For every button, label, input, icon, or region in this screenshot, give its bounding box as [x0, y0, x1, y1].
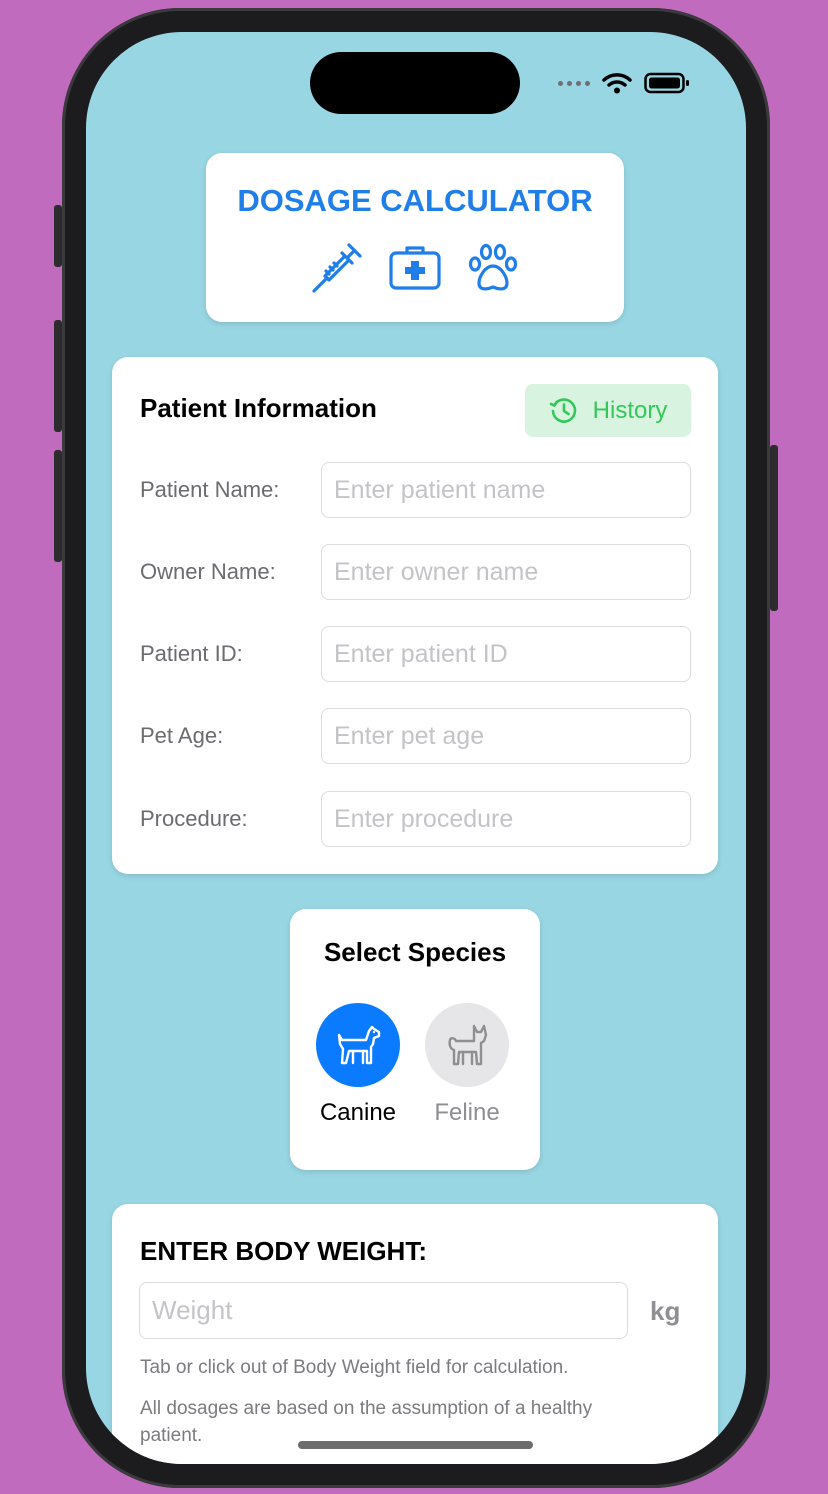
paw-icon — [468, 243, 518, 291]
species-option-feline[interactable]: Feline — [422, 1003, 512, 1127]
owner-name-input[interactable] — [321, 544, 691, 600]
patient-name-input[interactable] — [321, 462, 691, 518]
body-weight-card: ENTER BODY WEIGHT: kg Tab or click out o… — [112, 1204, 718, 1464]
patient-id-input[interactable] — [321, 626, 691, 682]
volume-up-button — [54, 320, 62, 432]
canine-label: Canine — [319, 1099, 397, 1126]
pet-age-input[interactable] — [321, 708, 691, 764]
cat-icon — [448, 1024, 488, 1066]
history-button-label: History — [592, 396, 668, 424]
app-screen: DOSAGE CALCULATOR Patient Information Hi… — [86, 32, 746, 1464]
species-selector-card: Select Species Canine Feline — [290, 909, 540, 1170]
patient-name-row: Patient Name: — [140, 462, 692, 520]
species-option-canine[interactable]: Canine — [313, 1003, 403, 1127]
species-title: Select Species — [323, 937, 507, 967]
status-bar — [558, 70, 690, 96]
patient-information-card: Patient Information History Patient Name… — [112, 357, 718, 874]
app-header-card: DOSAGE CALCULATOR — [206, 153, 624, 322]
header-icons — [206, 241, 624, 295]
patient-id-label: Patient ID: — [140, 641, 243, 666]
dog-icon — [337, 1025, 381, 1065]
pet-age-row: Pet Age: — [140, 708, 692, 766]
home-indicator[interactable] — [298, 1441, 533, 1449]
silent-switch — [54, 205, 62, 267]
signal-dots-icon — [558, 80, 590, 86]
feline-label: Feline — [434, 1099, 500, 1126]
weight-unit-label: kg — [650, 1296, 681, 1326]
patient-id-row: Patient ID: — [140, 626, 692, 684]
app-title: DOSAGE CALCULATOR — [237, 183, 593, 218]
wifi-icon — [602, 73, 632, 94]
battery-icon — [644, 72, 689, 94]
owner-name-row: Owner Name: — [140, 544, 692, 602]
procedure-input[interactable] — [321, 791, 691, 847]
procedure-label: Procedure: — [140, 806, 248, 831]
medical-kit-icon — [389, 246, 441, 290]
canine-button[interactable] — [316, 1003, 400, 1087]
syringe-icon — [312, 243, 362, 293]
procedure-row: Procedure: — [140, 791, 692, 849]
volume-down-button — [54, 450, 62, 562]
pet-age-label: Pet Age: — [140, 723, 224, 748]
patient-info-title: Patient Information — [140, 393, 377, 423]
patient-name-label: Patient Name: — [140, 477, 280, 502]
owner-name-label: Owner Name: — [140, 559, 276, 584]
weight-hint-text: Tab or click out of Body Weight field fo… — [140, 1357, 569, 1378]
dynamic-island — [310, 52, 520, 114]
clock-history-icon — [549, 397, 576, 423]
weight-input[interactable] — [139, 1282, 628, 1339]
feline-button[interactable] — [425, 1003, 509, 1087]
history-button[interactable]: History — [525, 384, 691, 437]
power-button — [770, 445, 778, 611]
body-weight-title: ENTER BODY WEIGHT: — [140, 1236, 427, 1266]
